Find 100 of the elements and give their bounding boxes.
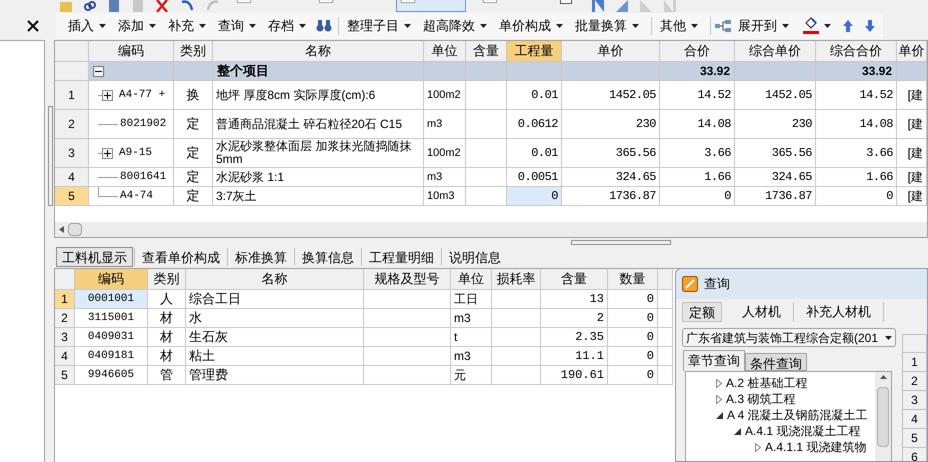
arrow-down-icon[interactable] (865, 20, 875, 32)
scroll-up-icon[interactable] (880, 375, 886, 379)
caret-icon[interactable] (782, 24, 789, 28)
caret-icon[interactable] (249, 24, 256, 28)
tab[interactable]: 补充人材机 (794, 302, 884, 322)
column-header[interactable]: 综合单价 (735, 41, 816, 62)
row-number[interactable]: 3 (903, 391, 927, 410)
column-header[interactable]: 综合合价 (816, 41, 897, 62)
row-number[interactable]: 4 (903, 410, 927, 429)
tab[interactable]: 章节查询 (683, 350, 745, 371)
tab[interactable]: 定额 (682, 302, 722, 322)
column-header[interactable]: 类别 (174, 41, 213, 62)
collapsed-arrow-icon[interactable] (716, 394, 722, 404)
vertical-scrollbar[interactable] (875, 372, 891, 461)
library-dropdown[interactable]: 广东省建筑与装饰工程综合定额(201 (682, 328, 896, 347)
expand-toggle[interactable] (102, 90, 113, 100)
caret-icon[interactable] (404, 24, 411, 28)
dropdown-button[interactable]: 展开到 (734, 15, 793, 37)
column-header[interactable]: 合价 (660, 41, 735, 62)
tree-item[interactable]: A 4 混凝土及钢筋混凝土工 (727, 406, 868, 424)
caret-icon[interactable] (199, 24, 206, 28)
dropdown-button[interactable]: 批量换算 (571, 15, 643, 37)
column-header[interactable]: 工程量 (507, 41, 562, 62)
delete-icon[interactable] (156, 0, 168, 12)
undo-icon[interactable] (180, 0, 194, 12)
tab[interactable]: 工料机显示 (56, 247, 133, 267)
column-header[interactable]: 单价 (562, 41, 660, 62)
tree-item[interactable]: A.3 砌筑工程 (726, 390, 796, 408)
row-number[interactable]: 3 (55, 328, 75, 347)
tab[interactable]: 标准换算 (229, 247, 293, 267)
splitter-handle[interactable] (571, 240, 671, 245)
column-header[interactable]: 含量 (541, 269, 608, 290)
row-number[interactable]: 3 (55, 139, 89, 168)
caret-icon[interactable] (480, 24, 487, 28)
row-number[interactable]: 5 (55, 187, 89, 206)
row-number[interactable]: 4 (55, 168, 89, 187)
arrow-up-icon[interactable] (843, 20, 853, 32)
dropdown-button[interactable]: 超高降效 (419, 15, 491, 37)
expand-toggle[interactable] (102, 148, 113, 158)
caret-icon[interactable] (632, 24, 639, 28)
row-number[interactable]: 1 (55, 290, 75, 309)
scrollbar-thumb[interactable] (877, 387, 889, 447)
column-header[interactable]: 类别 (148, 269, 186, 290)
column-header[interactable]: 名称 (186, 269, 364, 290)
dropdown-button[interactable]: 单价构成 (495, 15, 567, 37)
row-number[interactable]: 1 (903, 353, 927, 372)
column-header[interactable]: 编码 (89, 41, 174, 62)
scrollbar-thumb[interactable] (68, 223, 82, 236)
expanded-arrow-icon[interactable] (734, 428, 741, 434)
caret-icon[interactable] (885, 336, 892, 340)
column-header[interactable]: 单价 (897, 41, 927, 62)
column-header[interactable]: 数量 (608, 269, 658, 290)
splitter-handle[interactable] (48, 106, 53, 206)
tab[interactable]: 查看单价构成 (136, 247, 226, 267)
paint-bucket-icon[interactable] (803, 17, 819, 35)
row-number[interactable]: 5 (903, 429, 927, 448)
row-number[interactable]: 5 (55, 366, 75, 385)
dropdown-button[interactable]: 补充 (164, 15, 210, 37)
dropdown-button[interactable]: 存档 (264, 15, 310, 37)
row-number[interactable]: 2 (55, 110, 89, 139)
nav-first-icon[interactable] (592, 0, 604, 12)
caret-icon[interactable] (691, 24, 698, 28)
tab[interactable]: 换算信息 (296, 247, 360, 267)
tree-item[interactable]: A.4.1.1 现浇建筑物 (765, 438, 866, 456)
tab[interactable]: 说明信息 (443, 247, 507, 267)
dropdown-button[interactable]: 添加 (114, 15, 160, 37)
tab[interactable]: 工程量明细 (363, 247, 440, 267)
column-header[interactable]: 单位 (424, 41, 466, 62)
tree-item[interactable]: A.2 桩基础工程 (726, 374, 808, 392)
column-header[interactable]: 名称 (213, 41, 424, 62)
column-header[interactable]: 含量 (466, 41, 507, 62)
collapse-toggle[interactable] (93, 66, 104, 76)
row-number[interactable]: 4 (55, 347, 75, 366)
row-number[interactable]: 2 (903, 372, 927, 391)
expanded-arrow-icon[interactable] (716, 412, 723, 418)
column-header[interactable]: 单位 (451, 269, 492, 290)
collapsed-arrow-icon[interactable] (755, 442, 761, 452)
column-header[interactable]: 损耗率 (492, 269, 541, 290)
dropdown-button[interactable]: 插入 (64, 15, 110, 37)
row-number[interactable]: 2 (55, 309, 75, 328)
column-header[interactable]: 规格及型号 (364, 269, 451, 290)
scroll-left-icon[interactable] (59, 226, 64, 233)
binoculars-icon[interactable] (316, 20, 332, 32)
tab[interactable]: 条件查询 (745, 353, 807, 371)
collapsed-arrow-icon[interactable] (716, 378, 722, 388)
dropdown-button[interactable]: 查询 (214, 15, 260, 37)
caret-icon[interactable] (299, 24, 306, 28)
link-icon[interactable] (84, 0, 96, 12)
dropdown-button[interactable]: 其他 (656, 15, 702, 37)
tab[interactable]: 人材机 (730, 302, 794, 322)
caret-icon[interactable] (149, 24, 156, 28)
close-icon[interactable] (27, 20, 39, 32)
tree-item[interactable]: A.4.1 现浇混凝土工程 (745, 422, 860, 440)
dropdown-button[interactable]: 整理子目 (343, 15, 415, 37)
column-header[interactable]: 编码 (75, 269, 148, 290)
caret-icon[interactable] (824, 24, 831, 28)
row-number[interactable]: 1 (55, 81, 89, 110)
horizontal-scrollbar[interactable] (55, 222, 927, 237)
caret-icon[interactable] (556, 24, 563, 28)
caret-icon[interactable] (99, 24, 106, 28)
